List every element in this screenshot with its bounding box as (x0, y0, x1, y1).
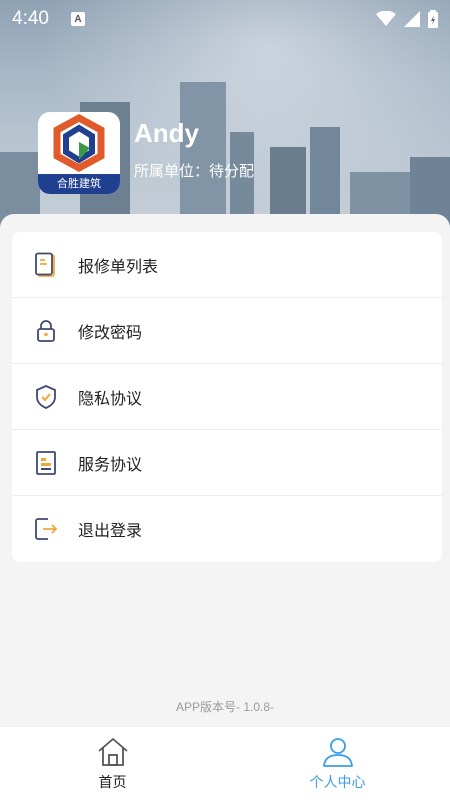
menu-item-logout[interactable]: 退出登录 (12, 496, 442, 562)
status-time: 4:40 (12, 8, 49, 29)
signal-icon (404, 11, 420, 27)
hexagon-logo-icon (53, 114, 105, 172)
shield-check-icon (32, 383, 60, 411)
menu-item-privacy-policy[interactable]: 隐私协议 (12, 364, 442, 430)
notification-icon: A (70, 12, 85, 26)
menu-item-change-password[interactable]: 修改密码 (12, 298, 442, 364)
content-panel: 报修单列表 修改密码 隐私协议 服务协议 退出登录 (0, 214, 450, 726)
logo-text: 合胜建筑 (38, 174, 120, 194)
bottom-tab-bar: 首页 个人中心 (0, 726, 450, 800)
document-list-icon (32, 251, 60, 279)
tab-profile[interactable]: 个人中心 (225, 727, 450, 800)
service-document-icon (32, 449, 60, 477)
app-version: APP版本号- 1.0.8- (175, 700, 275, 714)
menu-item-label: 退出登录 (78, 521, 143, 540)
menu-item-service-agreement[interactable]: 服务协议 (12, 430, 442, 496)
user-unit: 所属单位：待分配 (134, 162, 255, 180)
tab-home[interactable]: 首页 (0, 727, 225, 800)
lock-icon (32, 317, 60, 345)
menu-card: 报修单列表 修改密码 隐私协议 服务协议 退出登录 (12, 232, 442, 562)
tab-label: 个人中心 (309, 774, 366, 791)
menu-item-label: 隐私协议 (78, 388, 143, 408)
status-bar: 4:40 A (0, 0, 450, 38)
user-name: Andy (134, 118, 199, 148)
menu-item-label: 修改密码 (78, 322, 143, 342)
menu-item-label: 报修单列表 (78, 256, 159, 276)
status-icons (376, 10, 438, 28)
tab-label: 首页 (98, 774, 127, 791)
user-icon (322, 737, 353, 767)
company-logo: 合胜建筑 (38, 112, 120, 194)
wifi-icon (376, 11, 396, 26)
battery-icon (428, 10, 438, 28)
menu-item-repair-list[interactable]: 报修单列表 (12, 232, 442, 298)
menu-item-label: 服务协议 (78, 454, 143, 474)
building-silhouette (180, 82, 226, 232)
logout-icon (32, 515, 60, 543)
home-icon (97, 737, 128, 766)
